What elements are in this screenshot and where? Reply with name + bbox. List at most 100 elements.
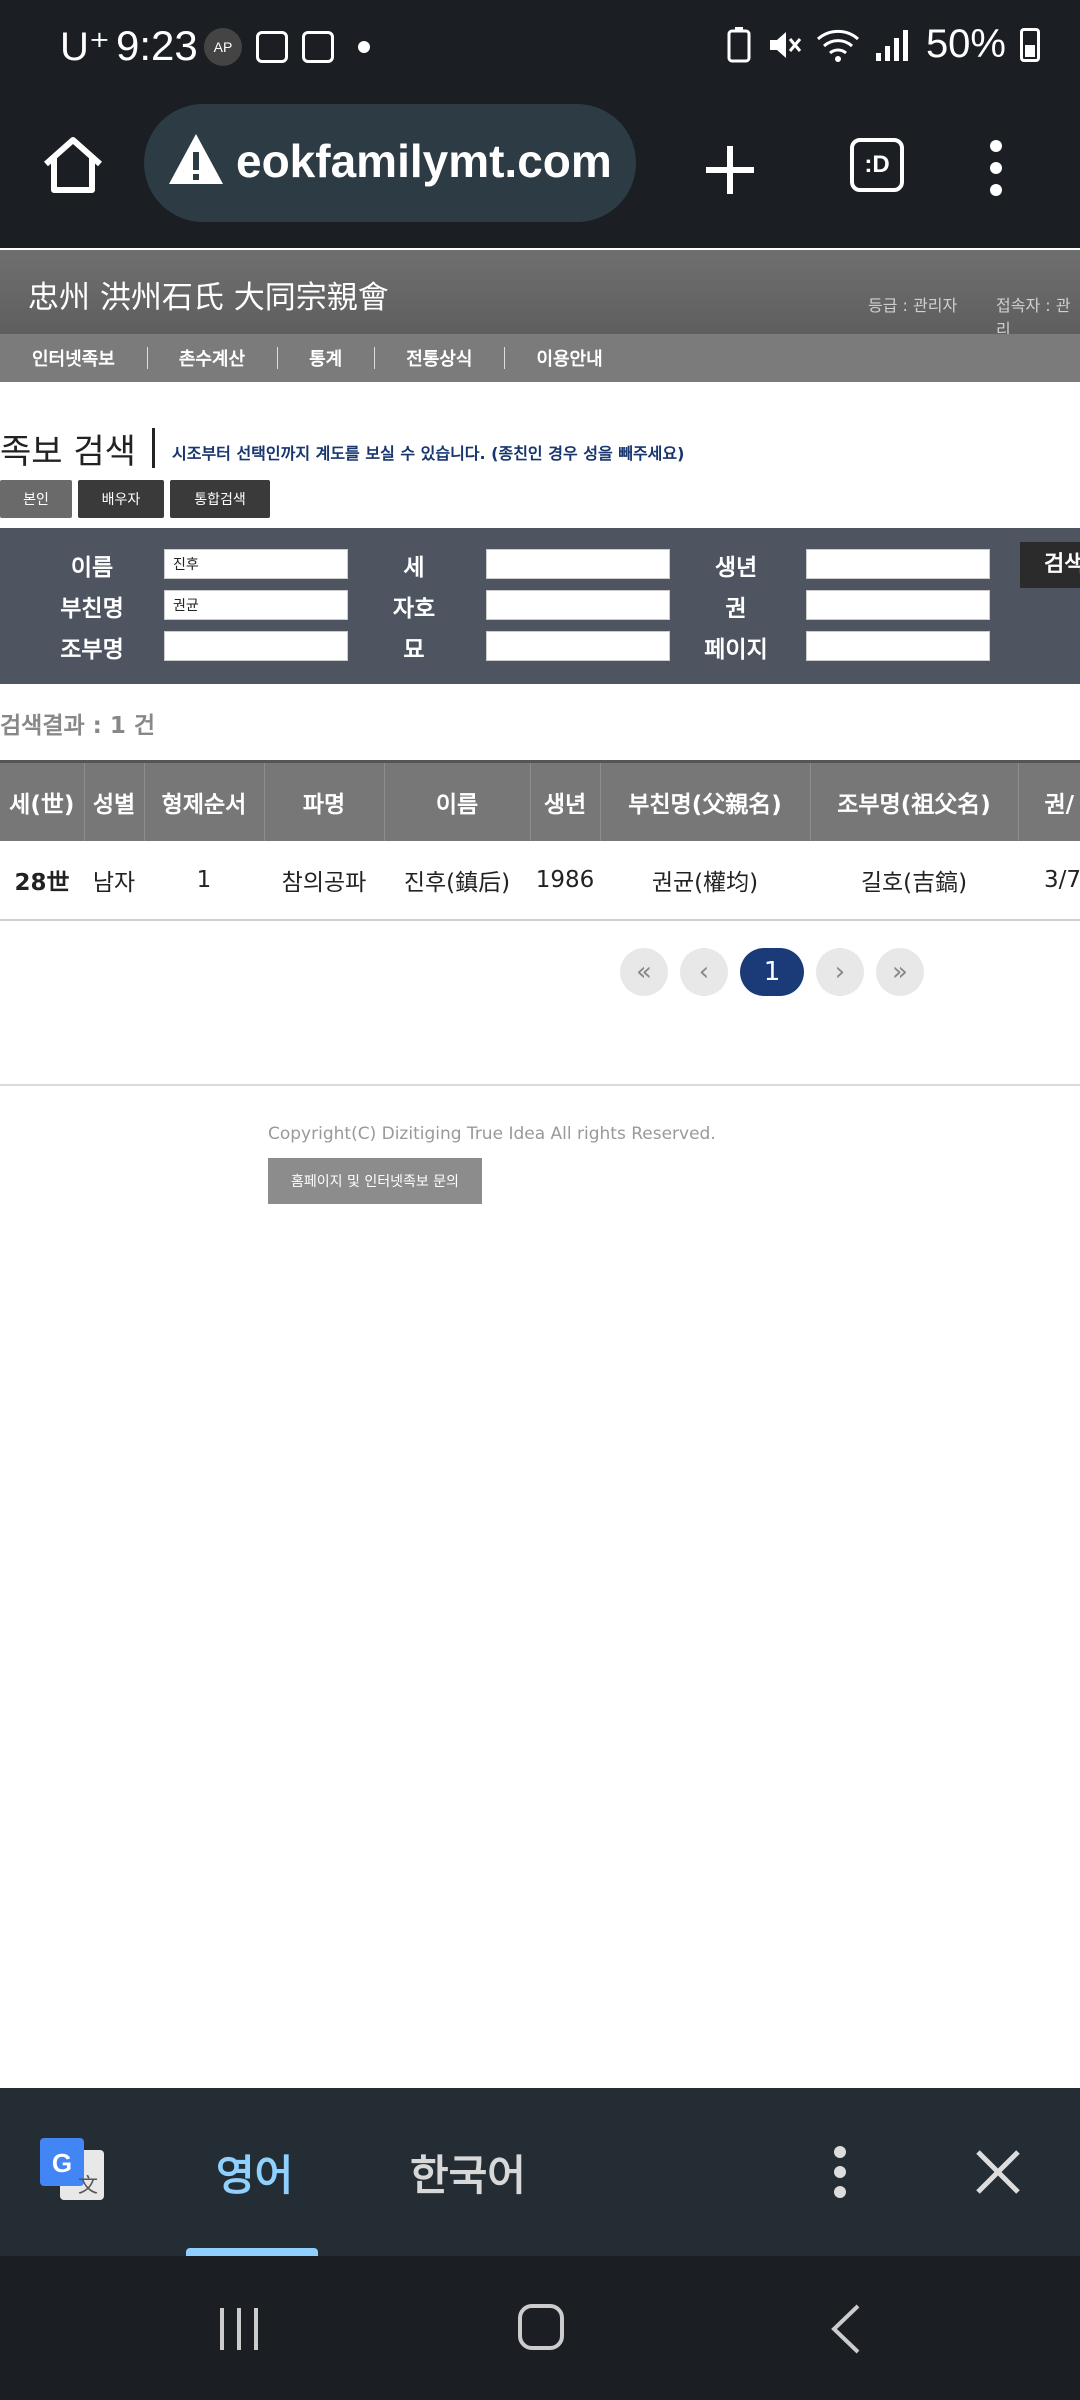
battery-icon	[1020, 27, 1040, 62]
copyright-text: Copyright(C) Dizitiging True Idea All ri…	[268, 1124, 716, 1144]
close-icon[interactable]	[970, 2144, 1026, 2200]
cell-father: 권균(權均)	[600, 841, 810, 921]
language-korean-tab[interactable]: 한국어	[410, 2142, 526, 2203]
col-generation: 세(世)	[0, 760, 85, 841]
page-title: 족보 검색	[0, 432, 136, 472]
cell-name[interactable]: 진후(鎮后)	[384, 841, 530, 921]
nav-kinship-calc[interactable]: 촌수계산	[146, 345, 277, 371]
cell-grandfather: 길호(吉鎬)	[810, 841, 1018, 921]
site-nav: 인터넷족보 촌수계산 통계 전통상식 이용안내	[0, 334, 1080, 382]
signal-icon	[875, 29, 908, 61]
language-english-tab[interactable]: 영어	[216, 2142, 293, 2203]
system-nav-bar	[0, 2256, 1080, 2400]
first-page-button[interactable]: «	[620, 948, 668, 996]
result-count: 검색결과 : 1 건	[0, 713, 156, 739]
battery-saver-icon	[727, 26, 751, 62]
search-button[interactable]: 검색	[1020, 542, 1080, 588]
pagination: « ‹ 1 › »	[620, 948, 924, 996]
clock: 9:23	[116, 22, 198, 69]
svg-text:文: 文	[78, 2173, 98, 2197]
grave-input[interactable]	[486, 631, 670, 661]
results-table: 세(世) 성별 형제순서 파명 이름 생년 부친명(父親名) 조부명(祖父名) …	[0, 760, 1080, 921]
tab-switcher-button[interactable]: :D	[850, 138, 904, 192]
site-header: 忠州 洪州石氏 大同宗親會 등급 : 관리자 접속자 : 관리 인터넷족보 촌수…	[0, 250, 1080, 382]
active-language-indicator	[186, 2248, 318, 2256]
last-page-button[interactable]: »	[876, 948, 924, 996]
url-text[interactable]: eokfamilymt.com	[236, 134, 612, 188]
recents-icon[interactable]	[214, 2304, 264, 2354]
footer-divider	[0, 1084, 1080, 1086]
tab-self[interactable]: 본인	[0, 480, 72, 518]
col-name: 이름	[384, 760, 531, 841]
home-icon[interactable]	[38, 130, 108, 200]
volume-label: 권	[725, 596, 747, 622]
cell-volume-page: 3/7	[1018, 841, 1080, 921]
alias-input[interactable]	[486, 590, 670, 620]
col-branch: 파명	[264, 760, 385, 841]
user-grade: 등급 : 관리자	[868, 296, 958, 315]
table-header-row: 세(世) 성별 형제순서 파명 이름 생년 부친명(父親名) 조부명(祖父名) …	[0, 760, 1080, 841]
wifi-icon	[816, 29, 859, 62]
grave-label: 묘	[403, 637, 425, 663]
father-input[interactable]	[164, 590, 348, 620]
address-bar[interactable]: eokfamilymt.com	[144, 104, 636, 222]
mute-icon	[769, 31, 802, 58]
new-tab-icon[interactable]	[700, 140, 760, 200]
generation-label: 세	[403, 555, 425, 581]
system-icons: 50%	[726, 22, 1040, 67]
prev-page-button[interactable]: ‹	[680, 948, 728, 996]
gallery-icon	[256, 31, 288, 63]
grandfather-input[interactable]	[164, 631, 348, 661]
generation-input[interactable]	[486, 549, 670, 579]
col-gender: 성별	[84, 760, 145, 841]
carrier-label: U⁺	[60, 25, 110, 69]
nav-traditions[interactable]: 전통상식	[374, 345, 504, 371]
status-bar: U⁺ 9:23 AP 50%	[0, 0, 1080, 100]
contact-button[interactable]: 홈페이지 및 인터넷족보 문의	[268, 1158, 482, 1204]
page-input[interactable]	[806, 631, 990, 661]
visitor-label: 접속자 : 관리	[996, 296, 1071, 339]
search-description: 시조부터 선택인까지 계도를 보실 수 있습니다. (종친인 경우 성을 빼주세…	[172, 444, 685, 463]
site-title[interactable]: 忠州 洪州石氏 大同宗親會	[28, 272, 389, 317]
home-nav-icon[interactable]	[516, 2302, 566, 2352]
nav-guide[interactable]: 이용안내	[504, 345, 634, 371]
search-form: 이름 세 생년 검색 부친명 자호 권 조부명 묘 페이지	[0, 528, 1080, 684]
translate-more-icon[interactable]	[830, 2144, 850, 2200]
current-page-button[interactable]: 1	[740, 948, 804, 996]
tab-spouse[interactable]: 배우자	[78, 480, 164, 518]
table-row[interactable]: 28世 남자 1 참의공파 진후(鎮后) 1986 권균(權均) 길호(吉鎬) …	[0, 841, 1080, 921]
father-label: 부친명	[60, 596, 124, 622]
nav-statistics[interactable]: 통계	[277, 345, 374, 371]
back-icon[interactable]	[826, 2302, 866, 2356]
cell-generation: 28世	[0, 841, 84, 921]
cell-gender: 남자	[84, 841, 144, 921]
title-divider	[152, 428, 155, 468]
col-father: 부친명(父親名)	[600, 760, 811, 841]
grandfather-label: 조부명	[60, 637, 124, 663]
cell-sibling-order: 1	[144, 841, 264, 921]
birth-year-label: 생년	[714, 555, 758, 581]
birth-year-input[interactable]	[806, 549, 990, 579]
col-grandfather: 조부명(祖父名)	[810, 760, 1019, 841]
message-alert-icon	[302, 31, 334, 63]
name-input[interactable]	[164, 549, 348, 579]
google-translate-icon[interactable]: G 文	[36, 2134, 108, 2206]
browser-toolbar: eokfamilymt.com :D	[0, 100, 1080, 248]
search-mode-tabs: 본인 배우자 통합검색	[0, 480, 270, 518]
tab-combined[interactable]: 통합검색	[170, 480, 270, 518]
next-page-button[interactable]: ›	[816, 948, 864, 996]
translate-bar: G 文 영어 한국어	[0, 2088, 1080, 2256]
volume-input[interactable]	[806, 590, 990, 620]
cell-birth-year: 1986	[530, 841, 600, 921]
alias-label: 자호	[392, 596, 436, 622]
col-birth-year: 생년	[530, 760, 601, 841]
notification-icons: AP	[204, 28, 370, 66]
more-menu-icon[interactable]	[978, 136, 1014, 200]
more-notifications-dot-icon	[358, 41, 370, 53]
battery-percent: 50%	[925, 22, 1006, 66]
page-label: 페이지	[704, 637, 768, 663]
col-sibling-order: 형제순서	[144, 760, 265, 841]
name-label: 이름	[70, 555, 114, 581]
warning-icon[interactable]	[166, 130, 226, 190]
nav-internet-genealogy[interactable]: 인터넷족보	[0, 345, 147, 371]
